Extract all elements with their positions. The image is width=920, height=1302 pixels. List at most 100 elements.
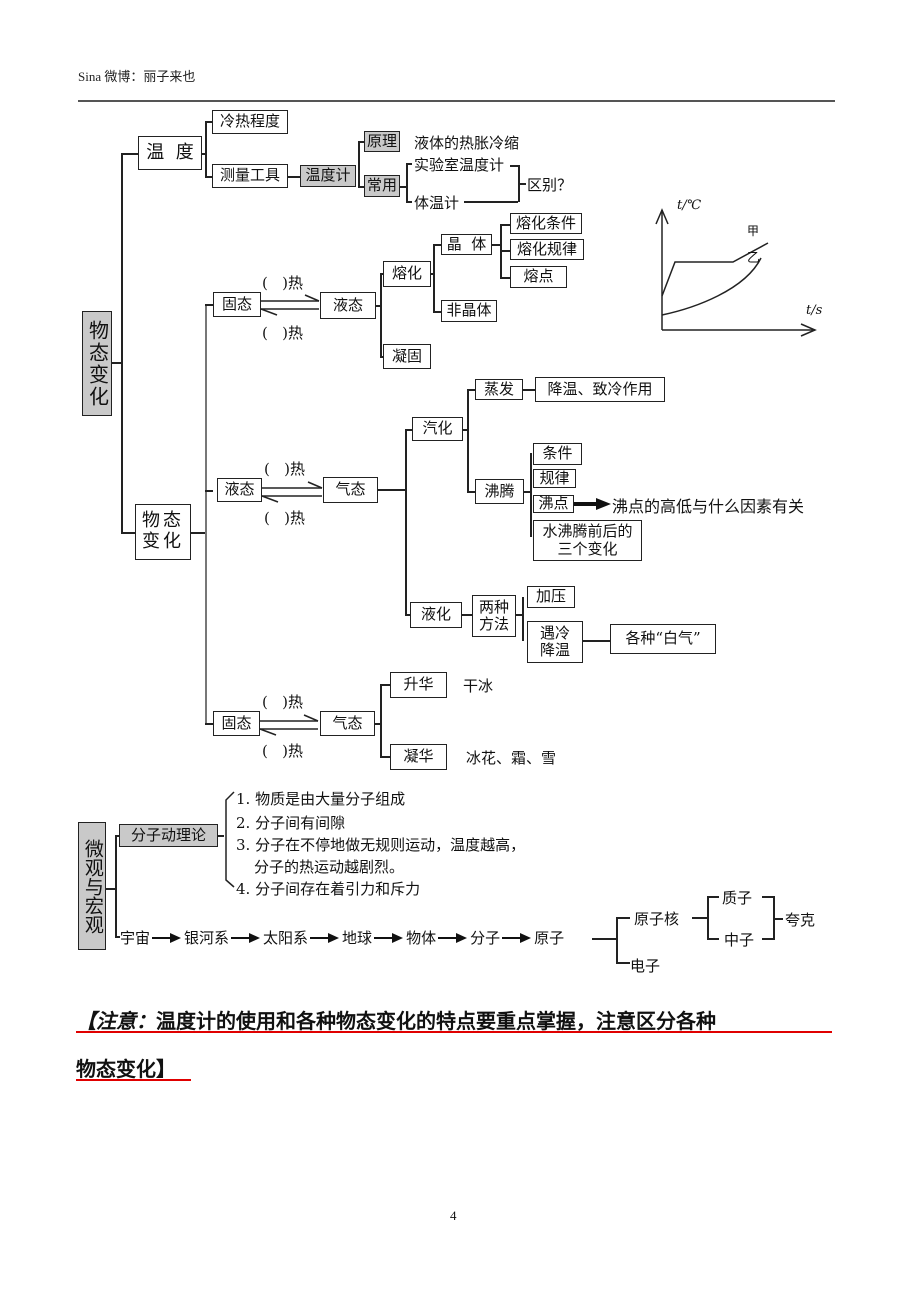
theory-point-4: 4. 分子间存在着引力和斥力 — [236, 880, 421, 898]
principle-box: 原理 — [364, 131, 400, 152]
connector — [375, 723, 380, 725]
connector — [492, 244, 500, 246]
connector — [121, 153, 139, 155]
boiling-condition-label: 条件 — [542, 444, 573, 463]
desublimation-label: 凝华 — [403, 747, 434, 766]
desublimation-example: 冰花、霜、雪 — [466, 749, 557, 767]
connector — [378, 489, 405, 491]
cooling-box: 遇冷降温 — [527, 621, 583, 663]
solid-label-3: 固态 — [221, 713, 252, 732]
vaporization-label: 汽化 — [422, 419, 453, 438]
connector — [405, 429, 407, 615]
liquefaction-label: 液化 — [420, 605, 451, 624]
measuring-tool-label: 测量工具 — [219, 166, 280, 185]
connector — [773, 918, 783, 920]
connector — [510, 165, 518, 167]
heat-blank-bottom-3: ( )热 — [262, 742, 304, 760]
connector — [358, 141, 360, 187]
connector — [530, 453, 532, 537]
body-thermometer-text: 体温计 — [414, 194, 460, 212]
connector — [516, 614, 522, 616]
connector — [406, 163, 408, 202]
connector — [106, 888, 115, 890]
proton-text: 质子 — [722, 889, 753, 907]
liquid-box-2: 液态 — [217, 478, 262, 502]
connector — [467, 389, 469, 492]
double-arrow-3 — [259, 714, 319, 736]
note-prefix: 【注意： — [76, 1009, 156, 1033]
connector — [112, 362, 121, 364]
connector — [400, 186, 406, 188]
sublimation-example: 干冰 — [463, 677, 494, 695]
heat-blank-bottom-2: ( )热 — [264, 509, 306, 527]
measuring-tool-box: 测量工具 — [212, 164, 288, 188]
gas-label-2: 气态 — [335, 480, 366, 499]
crystal-label: 晶 体 — [446, 234, 487, 253]
boiling-label: 沸腾 — [484, 481, 515, 500]
heat-blank-top-3: ( )热 — [262, 693, 304, 711]
connector — [467, 389, 475, 391]
lab-thermometer-text: 实验室温度计 — [414, 156, 505, 174]
connector — [433, 244, 441, 246]
connector — [500, 250, 510, 252]
vaporization-box: 汽化 — [412, 417, 463, 441]
scale-chain: 宇宙 银河系 太阳系 地球 物体 分子 原子 — [120, 927, 564, 948]
double-arrow-2 — [261, 481, 323, 503]
connector — [191, 532, 205, 534]
connector — [462, 614, 472, 616]
melting-box: 熔化 — [383, 261, 431, 287]
melting-point-label: 熔点 — [523, 267, 554, 286]
gas-box-2: 气态 — [323, 477, 378, 503]
common-label: 常用 — [366, 176, 397, 195]
connector — [592, 938, 616, 940]
heat-blank-top-1: ( )热 — [262, 274, 304, 292]
double-arrow-1 — [260, 294, 320, 316]
micro-macro-box: 微观与宏观 — [78, 822, 106, 950]
connector — [518, 183, 526, 185]
boiling-changes-box: 水沸腾前后的三个变化 — [533, 520, 642, 561]
solid-box-1: 固态 — [213, 292, 261, 317]
melting-condition-label: 熔化条件 — [515, 213, 576, 232]
heating-curve-graph — [655, 208, 817, 337]
connector — [205, 490, 213, 492]
note-underline-2 — [76, 1079, 191, 1081]
white-gas-box: 各种“白气” — [610, 624, 716, 654]
connector — [524, 491, 530, 493]
page-number: 4 — [450, 1208, 457, 1223]
connector — [500, 224, 510, 226]
connector — [616, 917, 618, 963]
connector — [205, 121, 207, 177]
connector — [406, 201, 412, 203]
boiling-point-box: 沸点 — [533, 495, 574, 513]
connector — [433, 311, 441, 313]
connector — [433, 244, 435, 312]
theory-brace — [225, 791, 235, 888]
chain-item: 银河系 — [184, 929, 230, 947]
desublimation-box: 凝华 — [390, 744, 447, 770]
connector — [202, 153, 206, 155]
boiling-changes-label: 水沸腾前后的三个变化 — [542, 522, 633, 558]
chain-item: 分子 — [470, 929, 501, 947]
connector — [707, 896, 709, 940]
state-change-label: 物态变化 — [142, 510, 184, 552]
difference-text: 区别？ — [527, 176, 573, 194]
hot-cold-degree-box: 冷热程度 — [212, 110, 288, 134]
arrow-right-icon — [374, 932, 404, 943]
connector — [115, 835, 117, 937]
heat-blank-bottom-1: ( )热 — [262, 324, 304, 342]
connector — [464, 201, 518, 203]
connector — [616, 962, 630, 964]
connector — [380, 756, 390, 758]
connector — [121, 153, 123, 533]
chain-item: 宇宙 — [120, 929, 151, 947]
state-change-box: 物态变化 — [135, 504, 191, 560]
connector — [707, 938, 719, 940]
thermometer-box: 温度计 — [300, 165, 356, 187]
connector — [121, 532, 135, 534]
gas-label-3: 气态 — [332, 713, 363, 732]
note-line-1: 【注意：温度计的使用和各种物态变化的特点要重点掌握，注意区分各种 — [76, 1005, 716, 1034]
arrow-right-icon — [231, 932, 261, 943]
connector — [431, 273, 433, 275]
note-underline-1 — [76, 1031, 832, 1033]
amorphous-box: 非晶体 — [441, 300, 497, 322]
